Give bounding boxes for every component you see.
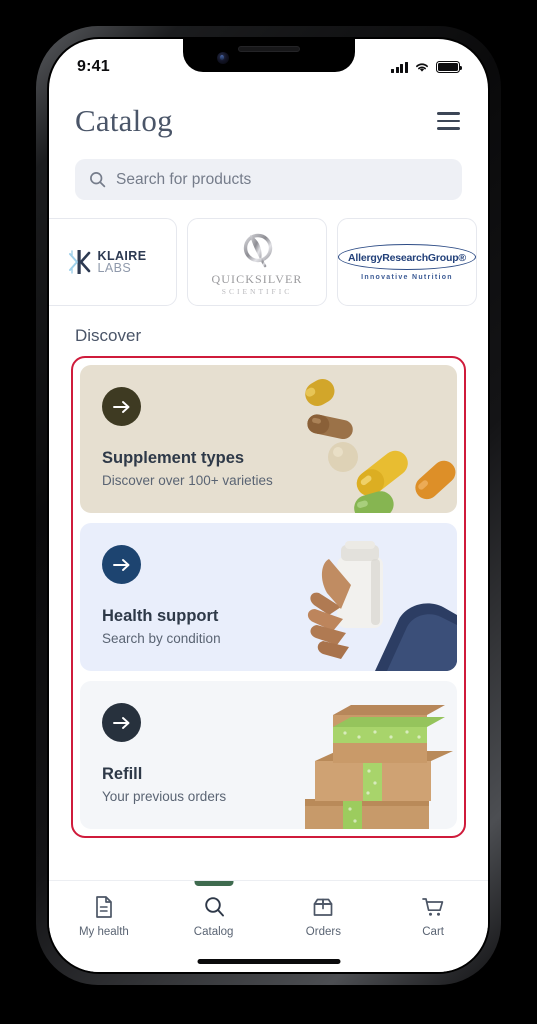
screenshot-stage: 9:41 Catalog Search for products KLAIRE …: [0, 0, 537, 1024]
brand-card-klaire-labs[interactable]: KLAIRE LABS: [49, 218, 177, 306]
discover-card-supplement-types[interactable]: Supplement types Discover over 100+ vari…: [80, 365, 457, 513]
signal-bars-icon: [391, 61, 408, 73]
arg-oval-outline: AllergyResearchGroup®: [338, 243, 476, 270]
dynamic-island-notch: [182, 39, 355, 72]
home-indicator: [197, 958, 340, 964]
nav-label: Orders: [305, 926, 341, 938]
nav-item-cart[interactable]: Cart: [378, 895, 488, 938]
battery-full-icon: [436, 61, 463, 73]
search-input[interactable]: Search for products: [75, 159, 462, 200]
quicksilver-mark-icon: [243, 233, 273, 267]
shopping-cart-icon: [422, 898, 444, 916]
wifi-icon: [416, 63, 428, 72]
discover-card-title: Health support: [102, 607, 219, 625]
status-time: 9:41: [77, 58, 110, 75]
brand-card-quicksilver-scientific[interactable]: QUICKSILVER SCIENTIFIC: [187, 218, 327, 306]
brand-name-line2: Innovative Nutrition: [361, 273, 453, 281]
klaire-mark-icon: [68, 250, 90, 274]
discover-section-title: Discover: [75, 326, 142, 345]
search-icon: [89, 171, 106, 188]
brand-name-line2: LABS: [97, 261, 132, 275]
brand-name-line2: SCIENTIFIC: [221, 286, 293, 296]
hamburger-menu-icon[interactable]: [435, 108, 462, 134]
search-placeholder: Search for products: [116, 170, 252, 188]
nav-label: Catalog: [193, 926, 234, 938]
klaire-snowflake-k-logo: KLAIRE LABS: [68, 249, 147, 275]
discover-card-title: Refill: [102, 765, 143, 783]
nav-item-orders[interactable]: Orders: [269, 895, 379, 938]
nav-label: My health: [78, 926, 129, 938]
phone-bezel: 9:41 Catalog Search for products KLAIRE …: [47, 37, 490, 974]
nav-item-my-health[interactable]: My health: [49, 895, 159, 938]
discover-card-title: Supplement types: [102, 449, 245, 467]
search-section: Search for products: [49, 145, 488, 200]
brand-name-line1: QUICKSILVER: [211, 271, 303, 286]
earpiece-speaker: [237, 46, 300, 52]
arrow-right-icon[interactable]: [102, 387, 141, 426]
discover-card-subtitle: Discover over 100+ varieties: [102, 473, 273, 488]
nav-item-catalog[interactable]: Catalog: [159, 881, 269, 938]
brand-name-line1: AllergyResearchGroup®: [348, 251, 466, 264]
discover-card-subtitle: Your previous orders: [102, 789, 227, 804]
discover-card-body: Health support Search by condition: [80, 523, 457, 646]
brand-card-allergy-research-group[interactable]: AllergyResearchGroup® Innovative Nutriti…: [337, 218, 477, 306]
arrow-right-icon[interactable]: [102, 703, 141, 742]
discover-card-refill[interactable]: Refill Your previous orders: [80, 681, 457, 829]
status-indicators: [391, 61, 463, 73]
allergy-research-group-oval-logo: AllergyResearchGroup® Innovative Nutriti…: [338, 243, 476, 281]
discover-card-subtitle: Search by condition: [102, 631, 221, 646]
nav-label: Cart: [422, 926, 444, 938]
discover-card-health-support[interactable]: Health support Search by condition: [80, 523, 457, 671]
arrow-right-icon[interactable]: [102, 545, 141, 584]
quicksilver-quill-q-logo: QUICKSILVER SCIENTIFIC: [212, 231, 303, 296]
active-tab-indicator: [194, 881, 234, 886]
phone-screen: 9:41 Catalog Search for products KLAIRE …: [49, 39, 488, 972]
document-icon: [96, 896, 112, 918]
front-camera-icon: [216, 52, 229, 64]
app-header: Catalog: [49, 85, 488, 145]
discover-card-body: Refill Your previous orders: [80, 681, 457, 804]
discover-card-body: Supplement types Discover over 100+ vari…: [80, 365, 457, 488]
page-title: Catalog: [75, 103, 173, 138]
open-box-icon: [314, 898, 333, 916]
discover-highlight-region: Supplement types Discover over 100+ vari…: [71, 356, 466, 838]
search-icon: [204, 897, 224, 917]
phone-frame: 9:41 Catalog Search for products KLAIRE …: [36, 26, 501, 985]
brand-carousel[interactable]: KLAIRE LABS QUICKSILVER SCIENTIFIC Aller…: [49, 200, 488, 306]
